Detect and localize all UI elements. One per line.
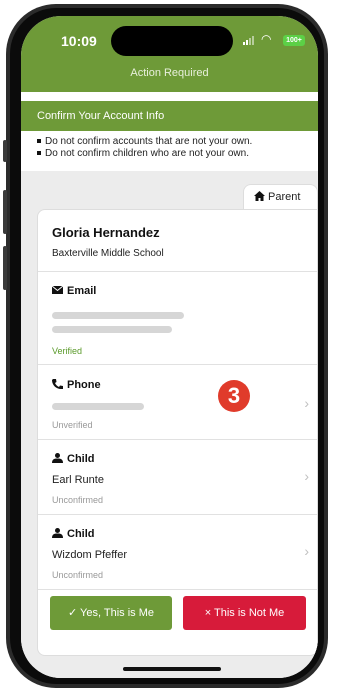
section-header: Confirm Your Account Info: [21, 101, 318, 131]
child-row[interactable]: Child Wizdom Pfeffer Unconfirmed ›: [38, 515, 317, 590]
status-bar: 10:09 ◠ 100+: [21, 16, 318, 62]
phone-label: Phone: [52, 379, 101, 391]
profile-row: Gloria Hernandez Baxterville Middle Scho…: [38, 210, 317, 272]
profile-school: Baxterville Middle School: [52, 248, 164, 259]
phone-screen: 10:09 ◠ 100+ Action Required Confirm You…: [21, 16, 318, 678]
not-me-button[interactable]: × This is Not Me: [183, 596, 306, 630]
chevron-right-icon: ›: [304, 543, 309, 559]
note-item: Do not confirm accounts that are not you…: [37, 136, 318, 148]
child-label: Child: [52, 453, 95, 465]
home-indicator: [123, 667, 221, 671]
chevron-right-icon: ›: [304, 468, 309, 484]
phone-icon: [52, 379, 63, 389]
bullet-icon: [37, 139, 41, 144]
battery-label: 100+: [286, 37, 302, 44]
section-title: Confirm Your Account Info: [37, 110, 165, 122]
status-time: 10:09: [61, 33, 97, 49]
yes-this-is-me-button[interactable]: ✓ Yes, This is Me: [50, 596, 172, 630]
child-status: Unconfirmed: [52, 495, 104, 505]
notes-list: Do not confirm accounts that are not you…: [21, 131, 318, 171]
phone-status: Unverified: [52, 420, 93, 430]
step-badge: 3: [218, 380, 250, 412]
envelope-icon: [52, 285, 63, 294]
child-row[interactable]: Child Earl Runte Unconfirmed ›: [38, 440, 317, 515]
battery-icon: 100+: [283, 35, 305, 46]
person-icon: [52, 528, 63, 538]
email-redacted: [52, 326, 172, 333]
email-row[interactable]: Email Verified: [38, 272, 317, 365]
mute-switch: [3, 140, 7, 162]
tab-parent-label: Parent: [268, 191, 301, 203]
volume-down-button: [3, 246, 7, 290]
account-card: Gloria Hernandez Baxterville Middle Scho…: [37, 209, 318, 656]
child-name: Wizdom Pfeffer: [52, 549, 127, 561]
cell-signal-icon: [243, 36, 254, 45]
divider-band: [21, 92, 318, 101]
nav-title: Action Required: [130, 67, 209, 79]
phone-row[interactable]: Phone Unverified ›: [38, 365, 317, 440]
email-redacted: [52, 312, 184, 319]
email-label: Email: [52, 285, 96, 297]
child-label: Child: [52, 528, 95, 540]
dynamic-island: [111, 26, 233, 56]
child-name: Earl Runte: [52, 474, 104, 486]
phone-redacted: [52, 403, 144, 410]
nav-bar: Action Required: [21, 62, 318, 92]
tab-parent[interactable]: Parent: [243, 184, 318, 210]
email-status: Verified: [52, 346, 83, 356]
chevron-right-icon: ›: [304, 395, 309, 411]
volume-up-button: [3, 190, 7, 234]
child-status: Unconfirmed: [52, 570, 104, 580]
note-item: Do not confirm children who are not your…: [37, 148, 318, 160]
wifi-icon: ◠: [261, 32, 272, 46]
home-icon: [254, 191, 265, 201]
profile-name: Gloria Hernandez: [52, 225, 160, 240]
bullet-icon: [37, 151, 41, 156]
person-icon: [52, 453, 63, 463]
